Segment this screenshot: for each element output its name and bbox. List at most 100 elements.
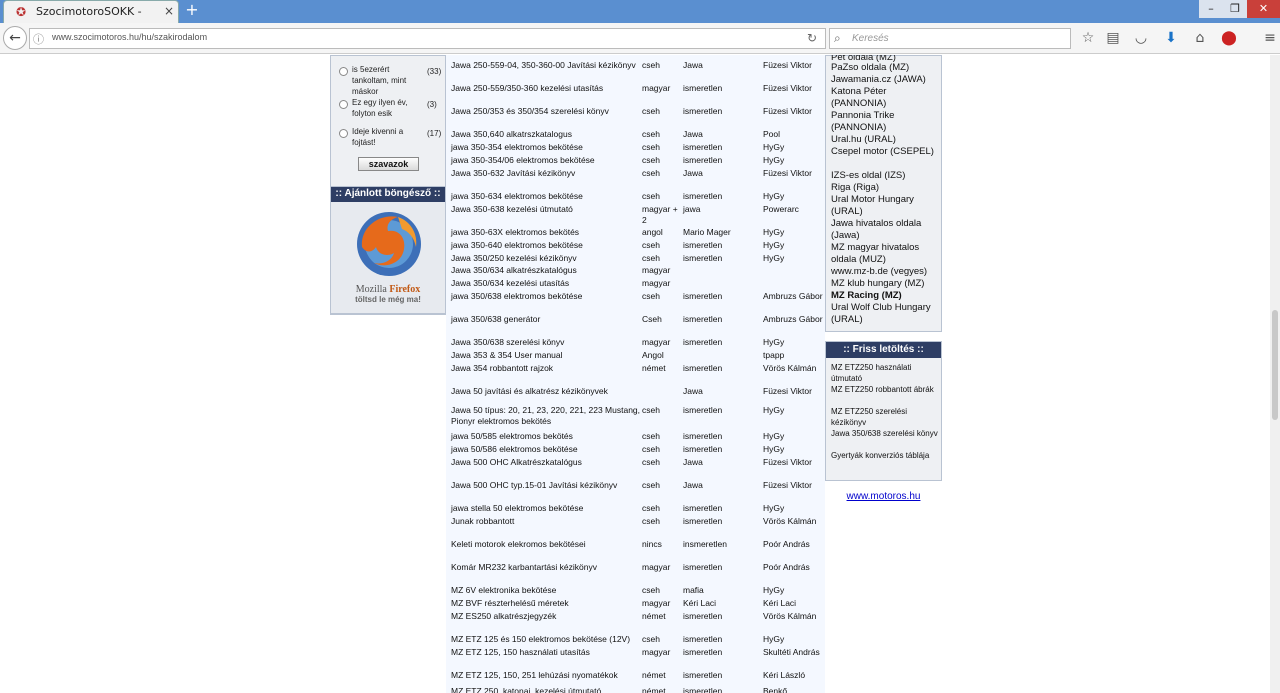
uploader-cell: HyGy [763, 227, 785, 237]
author-cell: ismeretlen [683, 444, 723, 454]
title-cell: jawa 350/638 generátor [451, 314, 541, 324]
uploader-cell: Kéri Laci [763, 598, 797, 608]
author-cell: insmeretlen [683, 539, 727, 549]
author-cell: Jawa [683, 60, 703, 70]
maximize-button[interactable]: ❐ [1223, 0, 1247, 18]
tab-title: SzocimotoroSOKK - [36, 5, 142, 18]
author-cell: Jawa [683, 386, 703, 396]
address-bar[interactable]: ⓘ www.szocimotoros.hu/hu/szakirodalom ↻ [29, 28, 826, 49]
partner-link[interactable]: Pannonia Trike (PANNONIA) [831, 110, 943, 134]
title-cell: Jawa 500 OHC typ.15-01 Javítási kéziköny… [451, 480, 618, 490]
box-header: :: Friss letöltés :: [826, 342, 941, 358]
language-cell: Angol [642, 350, 664, 360]
uploader-cell: Powerarc [763, 204, 799, 214]
author-cell: ismeretlen [683, 106, 723, 116]
partner-link[interactable]: Ural.hu (URAL) [831, 134, 943, 146]
search-box[interactable]: ⌕ Keresés [829, 28, 1071, 49]
title-cell: Jawa 350/634 alkatrészkatalógus [451, 265, 577, 275]
title-cell: MZ ETZ 250, katonai, kezelési útmutató [451, 686, 602, 693]
scrollbar-thumb[interactable] [1272, 310, 1278, 420]
new-tab-button[interactable]: + [183, 1, 201, 21]
radio-button[interactable] [339, 100, 348, 109]
page-content: is 5ezerért tankoltam, mint máskor (33) … [0, 55, 1270, 693]
language-cell: magyar [642, 265, 671, 275]
close-tab-icon[interactable]: × [164, 4, 174, 18]
title-cell: Jawa 350-632 Javítási kézikönyv [451, 168, 576, 178]
language-cell: Cseh [642, 314, 662, 324]
firefox-logo-icon[interactable] [352, 207, 426, 281]
back-button[interactable]: ← [3, 26, 27, 50]
uploader-cell: Füzesi Viktor [763, 480, 812, 490]
partner-link[interactable]: Ural Motor Hungary (URAL) [831, 194, 943, 218]
author-cell: ismeretlen [683, 253, 723, 263]
vote-button[interactable]: szavazok [358, 157, 419, 171]
title-cell: Jawa 250-559-04, 350-360-00 Javítási kéz… [451, 60, 636, 70]
partner-link[interactable]: MZ magyar hivatalos oldala (MUZ) [831, 242, 943, 266]
title-cell: Jawa 50 típus: 20, 21, 23, 220, 221, 223… [451, 405, 641, 426]
title-cell: jawa stella 50 elektromos bekötése [451, 503, 584, 513]
author-cell: ismeretlen [683, 240, 723, 250]
partner-link[interactable]: Ural Wolf Club Hungary (URAL) [831, 302, 943, 326]
title-cell: jawa 350-634 elektromos bekötése [451, 191, 583, 201]
language-cell: cseh [642, 503, 660, 513]
uploader-cell: Füzesi Viktor [763, 83, 812, 93]
pocket-icon[interactable]: ◡ [1130, 28, 1152, 48]
uploader-cell: Füzesi Viktor [763, 168, 812, 178]
download-link[interactable]: Jawa 350/638 szerelési könyv [831, 428, 939, 439]
partner-link[interactable]: MZ klub hungary (MZ) [831, 278, 943, 290]
title-cell: MZ ETZ 125 és 150 elektromos bekötése (1… [451, 634, 631, 644]
uploader-cell: HyGy [763, 191, 785, 201]
menu-icon[interactable]: ≡ [1259, 28, 1280, 48]
uploader-cell: Benkő [763, 686, 788, 693]
url-text: www.szocimotoros.hu/hu/szakirodalom [52, 32, 208, 42]
title-cell: Junak robbantott [451, 516, 515, 526]
close-window-button[interactable]: ✕ [1247, 0, 1280, 18]
browser-tab[interactable]: ✪ SzocimotoroSOKK - × [3, 0, 179, 23]
window-titlebar: ✪ SzocimotoroSOKK - × + – ❐ ✕ [0, 0, 1280, 23]
partner-link[interactable]: Jawa hivatalos oldala (Jawa) [831, 218, 943, 242]
language-cell: magyar + 2 [642, 204, 678, 225]
adblock-icon[interactable]: ⬤ [1218, 28, 1240, 48]
minimize-button[interactable]: – [1199, 0, 1223, 18]
partner-link[interactable]: Riga (Riga) [831, 182, 943, 194]
author-cell: ismeretlen [683, 83, 723, 93]
language-cell: cseh [642, 60, 660, 70]
download-link[interactable]: MZ ETZ250 szerelési kézikönyv [831, 406, 939, 428]
download-link[interactable]: MZ ETZ250 robbantott ábrák [831, 384, 939, 395]
partner-link[interactable]: Csepel motor (CSEPEL) [831, 146, 943, 158]
partner-link[interactable]: PaZso oldala (MZ) [831, 62, 943, 74]
language-cell: cseh [642, 457, 660, 467]
radio-button[interactable] [339, 67, 348, 76]
title-cell: jawa 50/586 elektromos bekötése [451, 444, 578, 454]
partner-link[interactable]: www.mz-b.de (vegyes) [831, 266, 943, 278]
partner-link[interactable]: IZS-es oldal (IZS) [831, 170, 943, 182]
bookmark-star-icon[interactable]: ☆ [1077, 28, 1099, 48]
uploader-cell: HyGy [763, 337, 785, 347]
author-cell: ismeretlen [683, 155, 723, 165]
author-cell: ismeretlen [683, 562, 723, 572]
language-cell: német [642, 611, 666, 621]
language-cell: magyar [642, 562, 671, 572]
uploader-cell: Pool [763, 129, 781, 139]
reload-icon[interactable]: ↻ [807, 31, 817, 45]
download-link[interactable]: Gyertyák konverziós táblája [831, 450, 939, 461]
author-cell: ismeretlen [683, 516, 723, 526]
language-cell: cseh [642, 168, 660, 178]
info-icon[interactable]: ⓘ [33, 31, 44, 47]
partner-link[interactable]: Katona Péter (PANNONIA) [831, 86, 943, 110]
downloads-icon[interactable]: ⬇ [1160, 28, 1182, 48]
uploader-cell: tpapp [763, 350, 785, 360]
partner-link[interactable]: Jawamania.cz (JAWA) [831, 74, 943, 86]
title-cell: jawa 350-354 elektromos bekötése [451, 142, 583, 152]
firefox-name: Mozilla Firefox [355, 284, 421, 295]
reading-list-icon[interactable]: ▤ [1102, 28, 1124, 48]
partner-link[interactable]: MZ Racing (MZ) [831, 290, 943, 302]
uploader-cell: HyGy [763, 431, 785, 441]
title-cell: Jawa 500 OHC Alkatrészkatalógus [451, 457, 582, 467]
uploader-cell: Füzesi Viktor [763, 106, 812, 116]
home-icon[interactable]: ⌂ [1189, 28, 1211, 48]
radio-button[interactable] [339, 129, 348, 138]
language-cell: cseh [642, 191, 660, 201]
download-link[interactable]: MZ ETZ250 használati útmutató [831, 362, 939, 384]
motoros-link[interactable]: www.motoros.hu [825, 491, 942, 502]
